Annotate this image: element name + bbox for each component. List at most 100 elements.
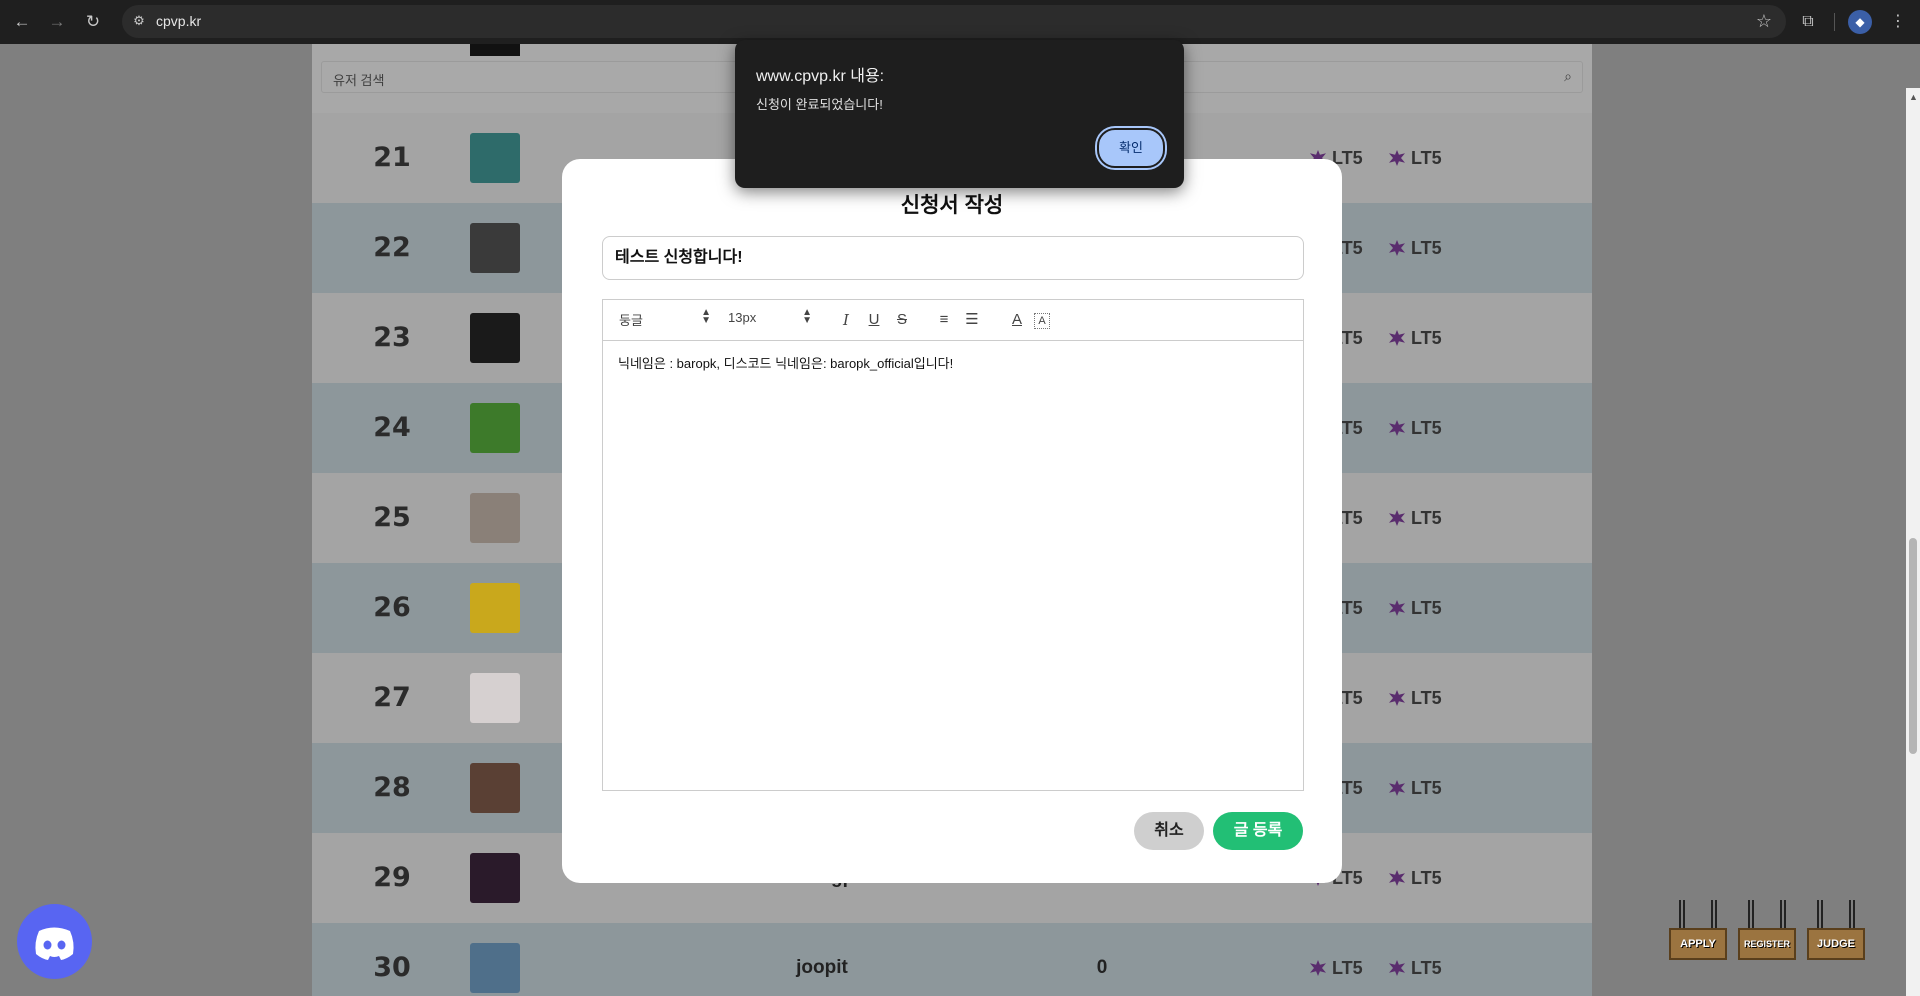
- scrollbar-thumb[interactable]: [1909, 538, 1917, 754]
- bullet-list-icon[interactable]: ☰: [961, 309, 983, 331]
- browser-alert-dialog: www.cpvp.kr 내용: 신청이 완료되었습니다! 확인: [735, 40, 1184, 188]
- cancel-button[interactable]: 취소: [1134, 812, 1204, 850]
- alert-message: 신청이 완료되었습니다!: [756, 97, 883, 112]
- tier-badge: LT5: [1310, 923, 1363, 996]
- submit-post-button[interactable]: 글 등록: [1213, 812, 1303, 850]
- site-info-icon[interactable]: ⚙: [130, 12, 148, 30]
- discord-button[interactable]: [17, 904, 92, 979]
- avatar[interactable]: [470, 943, 520, 993]
- table-row[interactable]: 30 joopit 0 LT5 LT5: [312, 923, 1592, 996]
- apply-sign-label: APPLY: [1669, 928, 1727, 960]
- avatar[interactable]: [470, 223, 520, 273]
- alert-title: www.cpvp.kr 내용:: [756, 68, 885, 85]
- background-color-icon[interactable]: A: [1034, 313, 1050, 329]
- tier-label: LT5: [1411, 418, 1442, 438]
- avatar[interactable]: [470, 133, 520, 183]
- tier-badge: LT5: [1389, 113, 1442, 203]
- tier-gem-icon: [1389, 780, 1405, 796]
- editor-body[interactable]: 닉네임은 : baropk, 디스코드 닉네임은: baropk_officia…: [602, 341, 1304, 791]
- chain-icon: [1807, 900, 1865, 928]
- forward-icon[interactable]: →: [45, 10, 69, 34]
- browser-toolbar: ← → ↻ ⚙ cpvp.kr ☆ ⧉ ◆ ⋮: [0, 0, 1920, 44]
- search-placeholder: 유저 검색: [333, 73, 385, 88]
- avatar[interactable]: [470, 493, 520, 543]
- tier-label: LT5: [1411, 688, 1442, 708]
- tier-label: LT5: [1411, 958, 1442, 978]
- avatar[interactable]: [470, 673, 520, 723]
- italic-icon[interactable]: I: [835, 309, 857, 331]
- tier-label: LT5: [1411, 508, 1442, 528]
- tier-label: LT5: [1411, 778, 1442, 798]
- avatar[interactable]: [470, 763, 520, 813]
- toolbar-divider: [1834, 13, 1835, 31]
- judge-sign-label: JUDGE: [1807, 928, 1865, 960]
- font-color-icon[interactable]: A: [1006, 309, 1028, 331]
- tier-badge: LT5: [1389, 383, 1442, 473]
- avatar[interactable]: [470, 583, 520, 633]
- select-arrows-icon: ▲ ▼: [701, 307, 711, 326]
- tier-label: LT5: [1411, 868, 1442, 888]
- tier-badge: LT5: [1389, 203, 1442, 293]
- reload-icon[interactable]: ↻: [81, 10, 105, 34]
- post-title-input[interactable]: 테스트 신청합니다!: [602, 236, 1304, 280]
- tier-label: LT5: [1411, 238, 1442, 258]
- tier-badge: LT5: [1389, 293, 1442, 383]
- rank-number: 21: [373, 142, 411, 173]
- register-sign-label: REGISTER: [1738, 928, 1796, 960]
- application-form-modal: 신청서 작성 테스트 신청합니다! 둥글 ▲ ▼ 13px ▲ ▼ I U S ≡ …: [562, 159, 1342, 883]
- rank-number: 26: [373, 592, 411, 623]
- profile-avatar-icon[interactable]: ◆: [1848, 10, 1872, 34]
- tier-gem-icon: [1389, 420, 1405, 436]
- tier-badge: LT5: [1389, 833, 1442, 923]
- back-icon[interactable]: ←: [10, 10, 34, 34]
- modal-title: 신청서 작성: [900, 194, 1004, 217]
- tier-gem-icon: [1389, 240, 1405, 256]
- tier-label: LT5: [1411, 148, 1442, 168]
- rank-number: 28: [373, 772, 411, 803]
- apply-sign[interactable]: APPLY: [1669, 900, 1727, 964]
- address-bar[interactable]: ⚙ cpvp.kr ☆: [122, 5, 1786, 38]
- username[interactable]: joopit: [702, 923, 942, 996]
- rank-number: 23: [373, 322, 411, 353]
- page-scrollbar[interactable]: ▲ ▼: [1906, 88, 1920, 996]
- select-arrows-icon: ▲ ▼: [802, 307, 812, 326]
- tier-gem-icon: [1389, 510, 1405, 526]
- avatar[interactable]: [470, 313, 520, 363]
- tier-gem-icon: [1389, 960, 1405, 976]
- bookmark-star-icon[interactable]: ☆: [1756, 11, 1772, 32]
- font-size-value: 13px: [728, 310, 757, 325]
- font-family-value: 둥글: [619, 313, 643, 328]
- font-family-select[interactable]: 둥글 ▲ ▼: [619, 307, 711, 329]
- chain-icon: [1669, 900, 1727, 928]
- points: 0: [1096, 957, 1108, 978]
- strikethrough-icon[interactable]: S: [891, 309, 913, 331]
- partial-avatar: [470, 44, 520, 56]
- tier-gem-icon: [1310, 960, 1326, 976]
- rank-number: 25: [373, 502, 411, 533]
- tier-label: LT5: [1411, 598, 1442, 618]
- discord-icon: [35, 927, 74, 960]
- ordered-list-icon[interactable]: ≡: [933, 309, 955, 331]
- avatar[interactable]: [470, 853, 520, 903]
- scroll-up-arrow-icon[interactable]: ▲: [1909, 92, 1918, 102]
- judge-sign[interactable]: JUDGE: [1807, 900, 1865, 964]
- url-text[interactable]: cpvp.kr: [156, 13, 201, 29]
- tier-badge: LT5: [1389, 743, 1442, 833]
- alert-ok-button[interactable]: 확인: [1097, 128, 1165, 168]
- rank-number: 24: [373, 412, 411, 443]
- editor-content[interactable]: 닉네임은 : baropk, 디스코드 닉네임은: baropk_officia…: [618, 353, 953, 372]
- rank-number: 29: [373, 862, 411, 893]
- extensions-icon[interactable]: ⧉: [1796, 10, 1820, 34]
- register-sign[interactable]: REGISTER: [1738, 900, 1796, 964]
- tier-badge: LT5: [1389, 923, 1442, 996]
- rank-number: 30: [373, 952, 411, 983]
- tier-gem-icon: [1389, 150, 1405, 166]
- search-icon[interactable]: ⌕: [1564, 68, 1572, 85]
- font-size-select[interactable]: 13px ▲ ▼: [728, 307, 812, 326]
- underline-icon[interactable]: U: [863, 309, 885, 331]
- tier-badge: LT5: [1389, 563, 1442, 653]
- avatar[interactable]: [470, 403, 520, 453]
- tier-badge: LT5: [1389, 473, 1442, 563]
- browser-menu-icon[interactable]: ⋮: [1886, 10, 1910, 34]
- tier-label: LT5: [1332, 958, 1363, 978]
